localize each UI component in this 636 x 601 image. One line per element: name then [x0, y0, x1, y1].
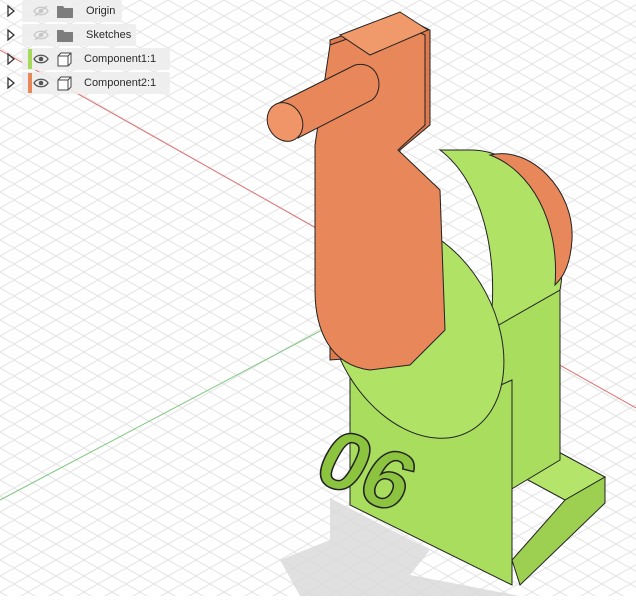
- browser-node-label: Sketches: [86, 29, 132, 41]
- eye-icon[interactable]: [30, 48, 52, 70]
- expand-arrow-icon[interactable]: [0, 24, 22, 46]
- eye-icon[interactable]: [30, 72, 52, 94]
- arm-front: [314, 21, 446, 371]
- browser-node-label: Origin: [86, 5, 116, 17]
- browser-panel: Origin Sketches Component1:1 Component2:…: [0, 0, 172, 96]
- browser-node-component1-1[interactable]: Component1:1: [0, 48, 172, 70]
- browser-node-origin[interactable]: Origin: [0, 0, 172, 22]
- eye-hidden-icon[interactable]: [30, 24, 52, 46]
- component-icon: [54, 72, 76, 94]
- expand-arrow-icon[interactable]: [0, 72, 22, 94]
- expand-arrow-icon[interactable]: [0, 0, 22, 22]
- component-icon: [54, 48, 76, 70]
- browser-node-component2-1[interactable]: Component2:1: [0, 72, 172, 94]
- folder-icon: [54, 0, 76, 22]
- folder-icon: [54, 24, 76, 46]
- browser-node-label: Component2:1: [84, 77, 157, 89]
- expand-arrow-icon[interactable]: [0, 48, 22, 70]
- browser-node-sketches[interactable]: Sketches: [0, 24, 172, 46]
- browser-node-label: Component1:1: [84, 53, 157, 65]
- eye-hidden-icon[interactable]: [30, 0, 52, 22]
